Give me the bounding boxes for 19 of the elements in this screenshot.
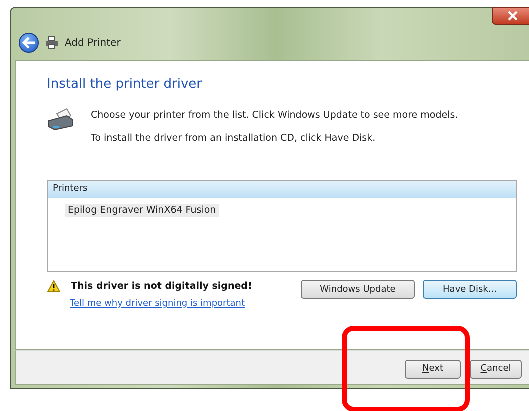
printer-list-item[interactable]: Epilog Engraver WinX64 Fusion: [65, 204, 220, 217]
printer-icon: [45, 36, 59, 50]
back-button[interactable]: [19, 33, 39, 53]
action-button[interactable]: Have Disk...: [423, 280, 517, 299]
instruction-text: Choose your printer from the list. Click Windows Update to see more models.: [91, 110, 458, 121]
back-arrow-icon: [22, 37, 36, 49]
warning-text: This driver is not digitally signed!: [71, 281, 252, 292]
warning-icon: [47, 280, 61, 293]
list-header[interactable]: Printers: [48, 181, 516, 198]
action-button[interactable]: Windows Update: [301, 280, 415, 299]
close-icon: [507, 11, 519, 21]
footer-button[interactable]: Cancel: [470, 360, 522, 379]
window-title: Add Printer: [65, 38, 121, 48]
help-link[interactable]: Tell me why driver signing is important: [70, 299, 252, 309]
instruction-text: To install the driver from an installation CD, click Have Disk.: [91, 133, 377, 144]
page-heading: Install the printer driver: [47, 77, 203, 92]
footer-button[interactable]: Next: [405, 360, 461, 379]
close-button[interactable]: [492, 7, 529, 25]
printer-icon: [47, 108, 75, 132]
